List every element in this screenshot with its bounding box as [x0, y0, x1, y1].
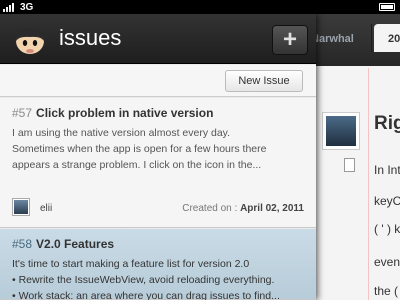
detail-line: ( ' ) k [374, 222, 400, 236]
issue-number: #57 [12, 106, 33, 120]
panel-toolbar: New Issue [0, 65, 316, 97]
issue-body-line: • Work stack: an area where you can drag… [12, 290, 280, 300]
detail-title: Rig [374, 113, 400, 134]
issue-author[interactable]: elii [40, 203, 52, 214]
document-icon[interactable] [344, 158, 355, 172]
issue-created: Created on : April 02, 2011 [182, 203, 304, 214]
issue-body-line: I am using the native version almost eve… [12, 127, 231, 139]
issue-body-line: • Rewrite the IssueWebView, avoid reload… [12, 274, 275, 286]
avatar [12, 198, 30, 216]
issue-title: V2.0 Features [36, 237, 115, 251]
issues-panel: issues + New Issue #57 Click problem in n… [0, 14, 316, 300]
created-date: April 02, 2011 [240, 203, 304, 214]
margin-line [368, 68, 369, 300]
issue-heading: #57 Click problem in native version [12, 106, 304, 120]
network-label: 3G [20, 1, 34, 13]
issue-number: #58 [12, 237, 33, 251]
octocat-logo-icon [16, 27, 44, 54]
detail-line: even [374, 255, 400, 269]
created-label: Created on : [182, 203, 238, 214]
issue-meta: elii Created on : April 02, 2011 [12, 198, 304, 218]
tab-narwhal[interactable]: /Narwhal [308, 24, 372, 52]
issue-body-line: Sometimes when the app is open for a few… [12, 143, 267, 155]
add-button[interactable]: + [272, 25, 308, 55]
app-title: issues [59, 25, 122, 50]
issue-heading: #58 V2.0 Features [12, 237, 304, 251]
issue-title: Click problem in native version [36, 106, 214, 120]
tab-active[interactable]: 20 [374, 24, 400, 52]
issue-body-line: It's time to start making a feature list… [12, 258, 250, 270]
battery-icon [379, 3, 395, 11]
new-issue-button[interactable]: New Issue [225, 70, 303, 92]
issue-body-line: appears a strange problem. I click on th… [12, 159, 262, 171]
detail-avatar [322, 112, 360, 150]
issue-row[interactable]: #57 Click problem in native version I am … [0, 98, 316, 228]
status-bar: 3G [0, 0, 400, 14]
issue-body: It's time to start making a feature list… [12, 256, 304, 300]
issue-body: I am using the native version almost eve… [12, 125, 304, 173]
detail-line: In Int [374, 163, 400, 177]
detail-line: keyC [374, 194, 400, 208]
issue-row-selected[interactable]: #58 V2.0 Features It's time to start maki… [0, 229, 316, 300]
detail-line: the ( [374, 284, 399, 298]
signal-icon [3, 2, 15, 12]
panel-header: issues + [0, 14, 316, 64]
